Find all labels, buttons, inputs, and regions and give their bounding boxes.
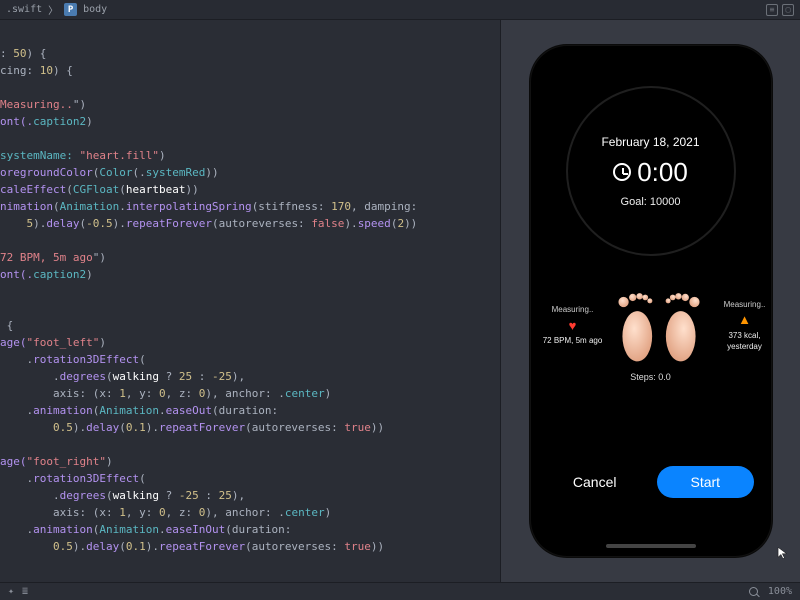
preview-canvas[interactable]: February 18, 2021 0:00 Goal: 10000 Measu… <box>500 20 800 582</box>
steps-label: Steps: 0.0 <box>630 372 671 382</box>
zoom-level[interactable]: 100% <box>768 586 792 597</box>
phone-notch <box>601 46 701 68</box>
pin-icon[interactable]: ✦ <box>8 586 14 597</box>
home-indicator <box>606 544 696 548</box>
progress-ring: February 18, 2021 0:00 Goal: 10000 <box>566 86 736 256</box>
status-bar: ✦ ≣ 100% <box>0 582 800 600</box>
main-split: : 50) { cing: 10) { Measuring..") ont(.c… <box>0 20 800 582</box>
goal-label: Goal: 10000 <box>621 196 681 208</box>
flame-icon: ▲ <box>738 312 751 329</box>
date-label: February 18, 2021 <box>601 135 699 149</box>
feet-graphic <box>611 286 707 366</box>
calories-value: 373 kcal, yesterday <box>715 331 771 352</box>
foot-right-icon <box>659 286 707 366</box>
heart-stat: Measuring.. ♥ 72 BPM, 5m ago <box>543 305 603 347</box>
layers-icon[interactable]: ≣ <box>22 586 28 597</box>
heart-icon: ♥ <box>569 318 577 335</box>
start-button[interactable]: Start <box>657 466 755 498</box>
foot-left-icon <box>611 286 659 366</box>
time-value: 0:00 <box>637 157 688 188</box>
heart-value: 72 BPM, 5m ago <box>543 336 603 346</box>
code-editor[interactable]: : 50) { cing: 10) { Measuring..") ont(.c… <box>0 20 500 582</box>
symbol-badge-icon: P <box>64 3 77 16</box>
clock-icon <box>613 163 631 181</box>
cancel-button[interactable]: Cancel <box>547 466 643 498</box>
library-icon[interactable]: ≡ <box>766 4 778 16</box>
phone-frame: February 18, 2021 0:00 Goal: 10000 Measu… <box>531 46 771 556</box>
heart-measuring-label: Measuring.. <box>552 305 594 315</box>
breadcrumb-file[interactable]: .swift <box>6 4 42 15</box>
cursor-icon <box>776 546 790 560</box>
zoom-icon[interactable] <box>749 587 758 596</box>
breadcrumb: .swift 〉 P body ≡ ▢ <box>0 0 800 20</box>
elapsed-time: 0:00 <box>613 157 688 188</box>
calories-stat: Measuring.. ▲ 373 kcal, yesterday <box>715 300 771 352</box>
inspector-icon[interactable]: ▢ <box>782 4 794 16</box>
breadcrumb-symbol[interactable]: body <box>83 4 107 15</box>
calories-measuring-label: Measuring.. <box>724 300 766 310</box>
